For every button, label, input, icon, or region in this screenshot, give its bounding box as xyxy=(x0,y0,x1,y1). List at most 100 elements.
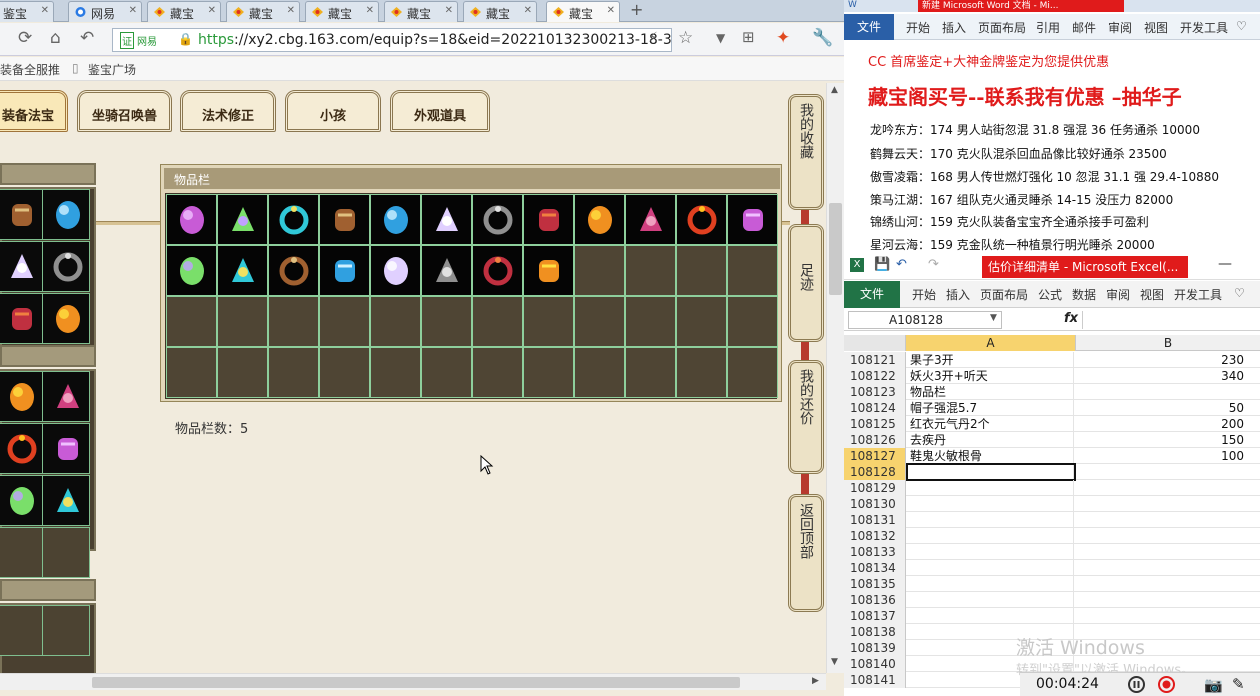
equipment-item[interactable] xyxy=(0,475,44,526)
address-bar[interactable]: 证网易 🔒 https://xy2.cbg.163.com/equip?s=18… xyxy=(112,28,672,52)
browser-tab-active[interactable]: 藏宝 ✕ xyxy=(546,1,620,22)
close-icon[interactable]: ✕ xyxy=(524,5,532,16)
horizontal-scrollbar[interactable]: ▶ xyxy=(0,673,826,690)
cell-a[interactable]: 去疾丹 xyxy=(908,432,1074,448)
tab-spell-correction[interactable]: 法术修正 xyxy=(180,90,276,132)
refresh-icon[interactable]: ⟳ xyxy=(18,28,32,48)
inventory-item[interactable] xyxy=(217,245,268,296)
ribbon-tab[interactable]: 引用 xyxy=(1036,19,1060,36)
scroll-thumb[interactable] xyxy=(829,203,842,295)
row-header[interactable]: 108132 xyxy=(844,528,906,544)
row-header[interactable]: 108139 xyxy=(844,640,906,656)
cell-a[interactable]: 物品栏 xyxy=(908,384,1074,400)
row-header[interactable]: 108141 xyxy=(844,672,906,688)
ribbon-tab[interactable]: 开始 xyxy=(912,286,936,303)
star-icon[interactable]: ☆ xyxy=(678,28,693,48)
equipment-item[interactable] xyxy=(0,371,44,422)
sidebar-item-my-offers[interactable]: 我的还价 xyxy=(788,360,824,474)
cell-a[interactable] xyxy=(908,592,1074,608)
new-tab-button[interactable]: + xyxy=(630,0,643,19)
column-header-a[interactable]: A xyxy=(906,335,1076,351)
inventory-item[interactable] xyxy=(166,245,217,296)
cell-a[interactable] xyxy=(908,496,1074,512)
cell-b[interactable]: 340 xyxy=(1076,368,1244,384)
inventory-item[interactable] xyxy=(319,245,370,296)
row-header[interactable]: 108140 xyxy=(844,656,906,672)
row-header[interactable]: 108126 xyxy=(844,432,906,448)
close-icon[interactable]: ✕ xyxy=(41,5,49,16)
inventory-item[interactable] xyxy=(217,194,268,245)
equipment-item[interactable] xyxy=(42,475,90,526)
row-header[interactable]: 108138 xyxy=(844,624,906,640)
row-header[interactable]: 108125 xyxy=(844,416,906,432)
cell-b[interactable] xyxy=(1076,528,1244,544)
tab-appearance-items[interactable]: 外观道具 xyxy=(390,90,490,132)
equipment-item[interactable] xyxy=(42,371,90,422)
inventory-item[interactable] xyxy=(472,194,523,245)
row-header[interactable]: 108130 xyxy=(844,496,906,512)
browser-tab[interactable]: 藏宝 ✕ xyxy=(147,1,221,22)
inventory-item[interactable] xyxy=(625,194,676,245)
tab-mounts-summons[interactable]: 坐骑召唤兽 xyxy=(77,90,172,132)
ribbon-tab[interactable]: 页面布局 xyxy=(980,286,1028,303)
cell-b[interactable] xyxy=(1076,464,1244,480)
fx-icon[interactable]: fx xyxy=(1064,311,1078,326)
chevron-down-icon[interactable]: ♡ xyxy=(1236,19,1247,33)
scroll-down-icon[interactable]: ▼ xyxy=(831,657,838,667)
cell-a[interactable]: 鞋鬼火敏根骨 xyxy=(908,448,1074,464)
cell-a[interactable]: 妖火3开+听天 xyxy=(908,368,1074,384)
excel-file-tab[interactable]: 文件 xyxy=(844,281,900,308)
home-icon[interactable]: ⌂ xyxy=(50,28,61,48)
inventory-item[interactable] xyxy=(727,194,778,245)
wrench-icon[interactable]: 🔧 xyxy=(812,28,833,48)
scroll-right-icon[interactable]: ▶ xyxy=(812,676,819,686)
grid-icon[interactable]: ⊞ xyxy=(742,28,755,46)
equipment-item[interactable] xyxy=(42,189,90,240)
row-header[interactable]: 108124 xyxy=(844,400,906,416)
row-header[interactable]: 108129 xyxy=(844,480,906,496)
inventory-item[interactable] xyxy=(472,245,523,296)
lightning-icon[interactable]: ⚡ xyxy=(648,30,658,46)
undo-icon[interactable]: ↶ xyxy=(896,257,907,272)
row-header[interactable]: 108135 xyxy=(844,576,906,592)
ribbon-tab[interactable]: 审阅 xyxy=(1108,19,1132,36)
equipment-item[interactable] xyxy=(0,423,44,474)
ribbon-tab[interactable]: 开发工具 xyxy=(1180,19,1228,36)
close-icon[interactable]: ✕ xyxy=(208,5,216,16)
bookmark-item[interactable]: 装备全服推 xyxy=(0,61,60,78)
browser-tab[interactable]: 藏宝 ✕ xyxy=(384,1,458,22)
active-cell[interactable] xyxy=(906,463,1076,481)
cell-b[interactable] xyxy=(1076,608,1244,624)
vertical-scrollbar[interactable]: ▲ ▼ xyxy=(826,83,844,673)
ribbon-tab[interactable]: 开发工具 xyxy=(1174,286,1222,303)
ribbon-tab[interactable]: 插入 xyxy=(942,19,966,36)
tab-child[interactable]: 小孩 xyxy=(285,90,381,132)
bookmark-item[interactable]: 鉴宝广场 xyxy=(88,61,136,78)
save-icon[interactable]: 💾 xyxy=(874,257,890,272)
ribbon-tab[interactable]: 数据 xyxy=(1072,286,1096,303)
equipment-item[interactable] xyxy=(42,423,90,474)
pause-icon[interactable] xyxy=(1128,676,1145,693)
select-all-corner[interactable] xyxy=(844,335,906,351)
help-icon[interactable]: ♡ xyxy=(1234,286,1245,300)
browser-tab[interactable]: 网易 ✕ xyxy=(68,1,142,22)
cell-b[interactable] xyxy=(1076,544,1244,560)
ribbon-tab[interactable]: 审阅 xyxy=(1106,286,1130,303)
row-header[interactable]: 108137 xyxy=(844,608,906,624)
close-icon[interactable]: ✕ xyxy=(129,5,137,16)
cell-a[interactable]: 红衣元气丹2个 xyxy=(908,416,1074,432)
close-icon[interactable]: ✕ xyxy=(607,5,615,16)
cell-a[interactable] xyxy=(908,576,1074,592)
cell-b[interactable] xyxy=(1076,384,1244,400)
row-header[interactable]: 108123 xyxy=(844,384,906,400)
cell-a[interactable] xyxy=(908,480,1074,496)
cell-a[interactable]: 帽子强混5.7 xyxy=(908,400,1074,416)
close-icon[interactable]: ✕ xyxy=(366,5,374,16)
inventory-item[interactable] xyxy=(370,194,421,245)
undo-icon[interactable]: ↶ xyxy=(80,28,94,48)
sidebar-item-favorites[interactable]: 我的收藏 xyxy=(788,94,824,210)
ribbon-tab[interactable]: 公式 xyxy=(1038,286,1062,303)
ribbon-tab[interactable]: 视图 xyxy=(1144,19,1168,36)
equipment-item[interactable] xyxy=(0,293,44,344)
pen-icon[interactable]: ✎ xyxy=(1232,675,1245,693)
